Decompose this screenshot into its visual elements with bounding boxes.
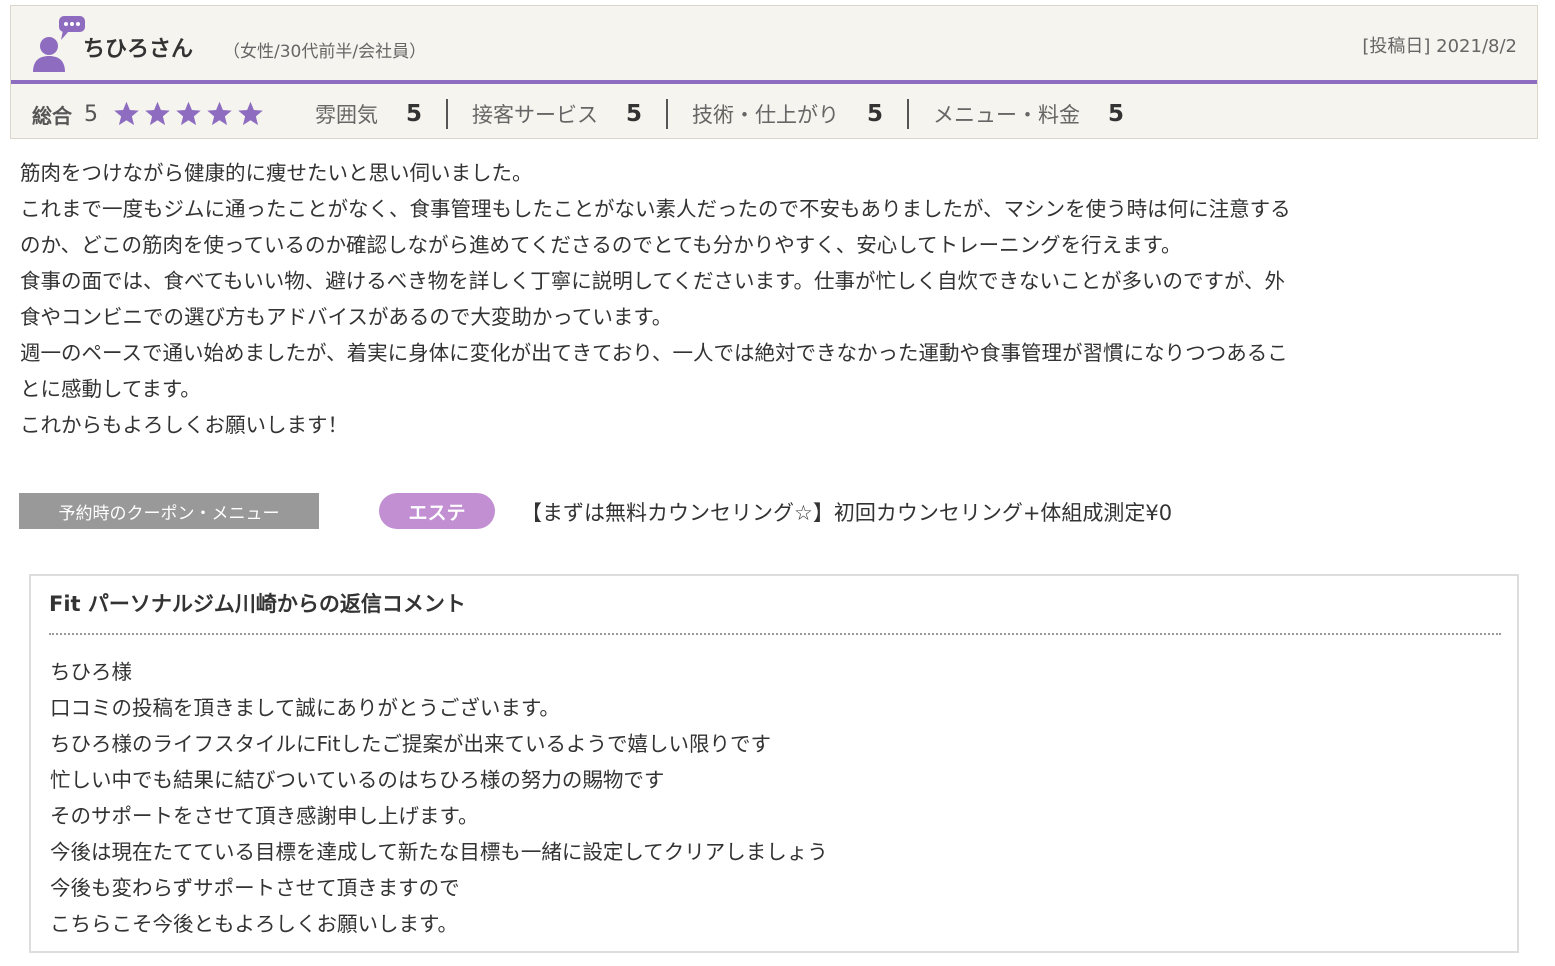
coupon-row: 予約時のクーポン・メニュー エステ 【まずは無料カウンセリング☆】初回カウンセリ… <box>19 493 1519 533</box>
rating-technique-value: 5 <box>867 101 884 127</box>
review-text-line: 食事の面では、食べてもいい物、避けるべき物を詳しく丁寧に説明してくださいます。仕… <box>20 269 1286 293</box>
reply-divider <box>49 633 1501 635</box>
rating-service-value: 5 <box>626 101 643 127</box>
overall-rating-label: 総合 <box>32 103 72 128</box>
review-text-line: これまで一度もジムに通ったことがなく、食事管理もしたことがない素人だったので不安… <box>20 197 1291 221</box>
reply-text-line: 今後は現在たてている目標を達成して新たな目標も一緒に設定してクリアしましょう <box>50 840 828 864</box>
reply-text: ちひろ様 口コミの投稿を頂きまして誠にありがとうございます。 ちひろ様のライフス… <box>50 654 828 942</box>
rating-divider <box>907 99 910 129</box>
reply-text-line: ちひろ様 <box>50 660 132 684</box>
rating-row: 総合 5 雰囲気 5 接客サービス 5 技術・仕上がり 5 メニュー・料金 5 <box>11 88 1537 140</box>
genre-badge: エステ <box>379 493 495 529</box>
rating-atmosphere-value: 5 <box>406 101 423 127</box>
coupon-menu-label: 予約時のクーポン・メニュー <box>19 493 319 529</box>
review-text-line: とに感動してます。 <box>20 377 201 401</box>
post-date: [投稿日] 2021/8/2 <box>1362 36 1517 57</box>
reply-text-line: ちひろ様のライフスタイルにFitしたご提案が出来ているようで嬉しい限りです <box>50 732 772 756</box>
review-header: ちひろさん （女性/30代前半/会社員） [投稿日] 2021/8/2 総合 5… <box>10 5 1538 139</box>
speech-bubble-icon <box>59 16 85 40</box>
reply-text-line: 口コミの投稿を頂きまして誠にありがとうございます。 <box>50 696 560 720</box>
rating-menu-price-label: メニュー・料金 <box>933 103 1081 127</box>
star-icon <box>176 101 201 126</box>
rating-divider <box>446 99 449 129</box>
reply-text-line: 今後も変わらずサポートさせて頂きますので <box>50 876 460 900</box>
rating-menu-price-value: 5 <box>1108 101 1125 127</box>
rating-technique-label: 技術・仕上がり <box>692 103 840 127</box>
review-text-line: これからもよろしくお願いします！ <box>20 413 348 437</box>
review-text-line: 週一のペースで通い始めましたが、着実に身体に変化が出てきており、一人では絶対でき… <box>20 341 1288 365</box>
review-text-line: 食やコンビニでの選び方もアドバイスがあるので大変助かっています。 <box>20 305 673 329</box>
reply-text-line: そのサポートをさせて頂き感謝申し上げます。 <box>50 804 479 828</box>
star-icon <box>145 101 170 126</box>
overall-rating-value: 5 <box>84 101 98 127</box>
star-icon <box>207 101 232 126</box>
star-icon <box>114 101 139 126</box>
review-text-line: のか、どこの筋肉を使っているのか確認しながら進めてくださるのでとても分かりやすく… <box>20 233 1182 257</box>
reviewer-nickname: ちひろさん <box>83 37 194 62</box>
user-avatar-icon <box>33 16 85 72</box>
reviewer-profile: （女性/30代前半/会社員） <box>223 42 427 62</box>
reply-text-line: 忙しい中でも結果に結びついているのはちひろ様の努力の賜物です <box>50 768 665 792</box>
overall-star-rating <box>112 100 265 128</box>
star-icon <box>238 101 263 126</box>
reply-title: Fit パーソナルジム川崎からの返信コメント <box>49 592 466 616</box>
review-text-line: 筋肉をつけながら健康的に痩せたいと思い伺いました。 <box>20 161 533 185</box>
rating-atmosphere-label: 雰囲気 <box>315 103 378 127</box>
reviewer-row: ちひろさん （女性/30代前半/会社員） [投稿日] 2021/8/2 <box>11 6 1537 84</box>
review-text: 筋肉をつけながら健康的に痩せたいと思い伺いました。 これまで一度もジムに通ったこ… <box>20 155 1520 443</box>
review-card: ちひろさん （女性/30代前半/会社員） [投稿日] 2021/8/2 総合 5… <box>10 5 1538 139</box>
rating-service-label: 接客サービス <box>472 103 599 127</box>
coupon-name: 【まずは無料カウンセリング☆】初回カウンセリング+体組成測定¥0 <box>521 501 1173 525</box>
rating-divider <box>666 99 669 129</box>
reply-text-line: こちらこそ今後ともよろしくお願いします。 <box>50 912 458 936</box>
salon-reply-box: Fit パーソナルジム川崎からの返信コメント ちひろ様 口コミの投稿を頂きまして… <box>29 574 1519 953</box>
